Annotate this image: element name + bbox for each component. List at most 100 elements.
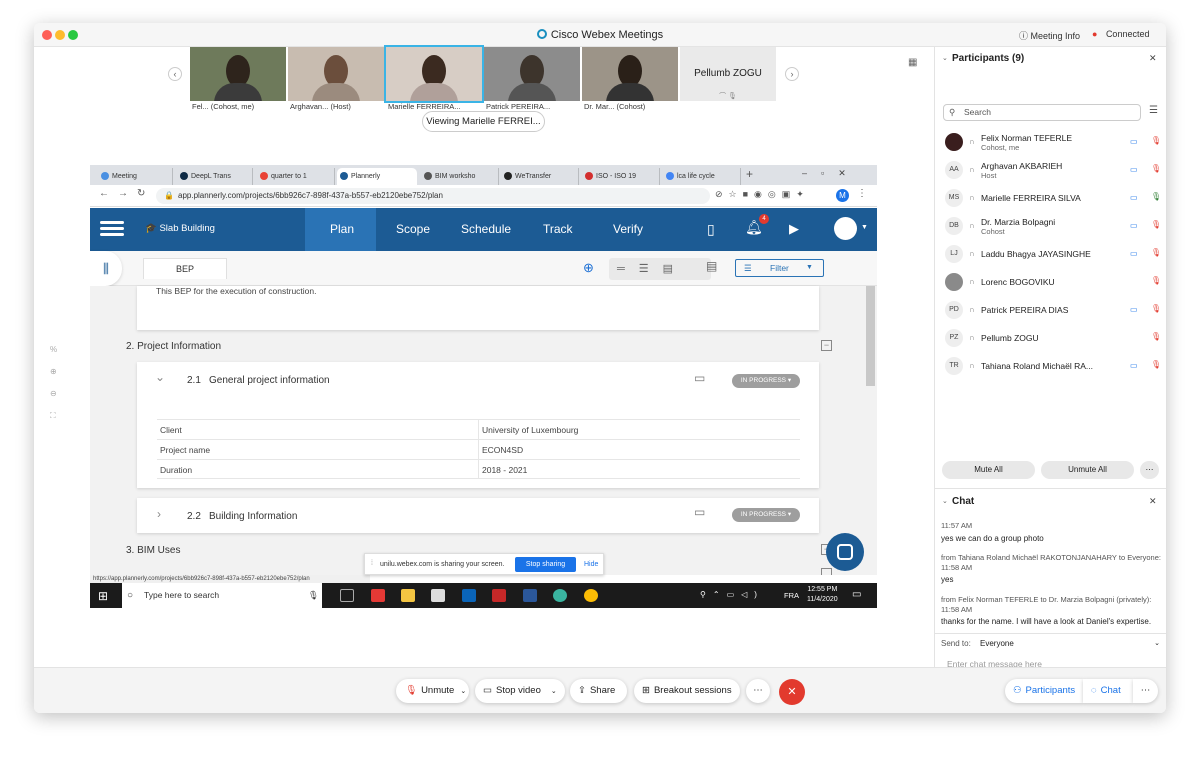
close-chat-icon[interactable]: ✕ xyxy=(1149,496,1157,507)
nav-schedule[interactable]: Schedule xyxy=(461,222,511,236)
browser-tab-7[interactable]: ISO - ISO 19 xyxy=(582,168,660,185)
end-meeting-button[interactable]: ✕ xyxy=(779,679,805,705)
stop-video-button[interactable]: ▭ Stop video ⌄ xyxy=(475,679,565,703)
video-icon[interactable]: ▭ xyxy=(1130,305,1138,314)
mic-muted-icon[interactable]: 🎙 xyxy=(1151,248,1161,257)
participant-row[interactable]: PZ ∩ Pellumb ZOGU 🎙 xyxy=(943,325,1166,353)
project-name[interactable]: 🎓 Slab Building xyxy=(145,223,215,234)
mic-muted-icon[interactable]: 🎙 xyxy=(1151,220,1161,229)
fit-screen-icon[interactable]: ⛶ xyxy=(50,411,57,421)
comment-icon[interactable]: ▭ xyxy=(694,505,705,519)
browser-menu-icon[interactable]: ⋮ xyxy=(857,188,867,199)
video-thumb-1[interactable] xyxy=(190,47,286,101)
more-controls-icon[interactable]: ⋯ xyxy=(746,679,770,703)
nav-scope[interactable]: Scope xyxy=(396,222,430,236)
mic-muted-icon[interactable]: 🎙 xyxy=(1151,304,1161,313)
app-icon[interactable] xyxy=(492,589,506,602)
participant-row[interactable]: AA ∩ Arghavan AKBARIEH Host ▭ 🎙 xyxy=(943,157,1166,185)
unmute-button[interactable]: 🎙 Unmute ⌄ xyxy=(396,679,469,703)
share-button[interactable]: ⇪ Share xyxy=(570,679,627,703)
file-explorer-icon[interactable] xyxy=(401,589,415,602)
subsection-2-2-title[interactable]: Building Information xyxy=(209,511,297,522)
more-panels-icon[interactable]: ⋯ xyxy=(1133,679,1158,703)
zoom-out-icon[interactable]: ⊖ xyxy=(50,389,57,398)
profile-avatar[interactable]: M xyxy=(836,189,849,202)
participant-row[interactable]: LJ ∩ Laddu Bhagya JAYASINGHE ▭ 🎙 xyxy=(943,241,1166,269)
stop-sharing-button[interactable]: Stop sharing xyxy=(515,557,576,572)
strip-next-arrow[interactable]: › xyxy=(785,67,799,81)
view-toggle-icons[interactable]: ═☰▤ xyxy=(609,258,711,280)
add-icon[interactable]: ⊕ xyxy=(583,260,594,276)
participant-row[interactable]: TR ∩ Tahiana Roland Michaël RA... ▭ 🎙 xyxy=(943,353,1166,381)
video-icon[interactable]: ▭ xyxy=(1130,193,1138,202)
task-view-icon[interactable] xyxy=(340,589,354,602)
chat-widget-button[interactable] xyxy=(826,533,864,571)
video-icon[interactable]: ▭ xyxy=(1130,249,1138,258)
table-cell-value[interactable]: ECON4SD xyxy=(482,440,523,460)
hide-button[interactable]: Hide xyxy=(584,561,598,568)
zoom-in-icon[interactable]: ⊕ xyxy=(50,367,57,376)
table-cell-value[interactable]: 2018 - 2021 xyxy=(482,460,527,480)
breakout-sessions-button[interactable]: ⊞ Breakout sessions xyxy=(634,679,740,703)
nav-verify[interactable]: Verify xyxy=(613,222,643,236)
chevron-down-icon[interactable]: ⌄ xyxy=(155,370,165,384)
word-icon[interactable] xyxy=(523,589,537,602)
participant-row[interactable]: DB ∩ Dr. Marzia Bolpagni Cohost ▭ 🎙 xyxy=(943,213,1166,241)
table-cell-value[interactable]: University of Luxembourg xyxy=(482,420,578,440)
send-to-select[interactable]: Everyone ⌄ xyxy=(980,639,1160,648)
window-controls[interactable]: –▫✕ xyxy=(802,168,860,179)
chrome-icon[interactable] xyxy=(584,589,598,602)
mic-on-icon[interactable]: 🎙 xyxy=(1151,192,1161,201)
mic-muted-icon[interactable]: 🎙 xyxy=(1151,136,1161,145)
windows-start-icon[interactable]: ⊞ xyxy=(98,589,108,603)
avatar-tile[interactable]: Pellumb ZOGU ⌒ 🎙 xyxy=(680,47,776,101)
status-badge[interactable]: IN PROGRESS ▾ xyxy=(732,374,800,388)
video-thumb-5[interactable] xyxy=(582,47,678,101)
chevron-right-icon[interactable]: › xyxy=(157,507,161,521)
comment-icon[interactable]: ▭ xyxy=(694,371,705,385)
video-thumb-3[interactable] xyxy=(384,45,484,103)
system-tray-icons[interactable]: ⚲⌃▭◁) xyxy=(700,590,764,599)
webex-taskbar-icon[interactable] xyxy=(553,589,567,602)
participant-row[interactable]: PD ∩ Patrick PEREIRA DIAS ▭ 🎙 xyxy=(943,297,1166,325)
mic-muted-icon[interactable]: 🎙 xyxy=(1151,276,1161,285)
mute-all-button[interactable]: Mute All xyxy=(942,461,1035,479)
plannerly-logo-icon[interactable] xyxy=(100,218,124,240)
pdf-app-icon[interactable] xyxy=(371,589,385,602)
document-icon[interactable]: ▯ xyxy=(707,221,715,238)
unmute-all-button[interactable]: Unmute All xyxy=(1041,461,1134,479)
browser-nav-icons[interactable]: ←→↻ xyxy=(99,188,154,199)
video-icon[interactable]: ▭ xyxy=(1130,221,1138,230)
participant-row[interactable]: ∩ Lorenc BOGOVIKU 🎙 xyxy=(943,269,1166,297)
taskbar-search[interactable]: ○ Type here to search 🎙 xyxy=(122,583,322,608)
extension-icons[interactable]: ⊘☆■◉◎▣✦ xyxy=(715,189,810,200)
meeting-info-button[interactable]: ⓘ Meeting Info xyxy=(1019,29,1080,42)
more-options-icon[interactable]: ⋯ xyxy=(1140,461,1159,479)
chevron-down-icon[interactable]: ▼ xyxy=(861,224,868,231)
browser-tab-3[interactable]: quarter to 1 xyxy=(257,168,335,185)
browser-tab-8[interactable]: lca life cycle xyxy=(663,168,741,185)
video-icon[interactable]: ▭ xyxy=(1130,137,1138,146)
video-thumb-4[interactable] xyxy=(484,47,580,101)
scrollbar-thumb[interactable] xyxy=(866,286,875,386)
chat-panel-button[interactable]: ◌ Chat xyxy=(1083,679,1133,703)
collapse-icon[interactable] xyxy=(821,568,832,575)
browser-tab-5[interactable]: BIM worksho xyxy=(421,168,499,185)
status-badge[interactable]: IN PROGRESS ▾ xyxy=(732,508,800,522)
mic-muted-icon[interactable]: 🎙 xyxy=(1151,360,1161,369)
collapse-chat-icon[interactable]: ⌄ xyxy=(942,497,948,505)
video-icon[interactable]: ▭ xyxy=(1130,165,1138,174)
outlook-icon[interactable] xyxy=(462,589,476,602)
clock[interactable]: 12:55 PM 11/4/2020 xyxy=(807,585,838,605)
library-icon[interactable]: ⫼ xyxy=(90,251,122,286)
nav-plan[interactable]: Plan xyxy=(330,222,354,236)
browser-tab-2[interactable]: DeepL Trans xyxy=(177,168,253,185)
browser-tab-4[interactable]: Plannerly xyxy=(337,168,417,185)
close-participants-icon[interactable]: ✕ xyxy=(1149,53,1157,64)
participant-row[interactable]: MS ∩ Marielle FERREIRA SILVA ▭ 🎙 xyxy=(943,185,1166,213)
participants-panel-button[interactable]: ⚇ Participants xyxy=(1005,679,1083,703)
subsection-2-1-title[interactable]: General project information xyxy=(209,375,330,386)
participant-search-input[interactable]: ⚲ Search xyxy=(943,104,1141,121)
new-tab-icon[interactable]: + xyxy=(746,167,753,181)
user-avatar[interactable] xyxy=(834,217,857,240)
